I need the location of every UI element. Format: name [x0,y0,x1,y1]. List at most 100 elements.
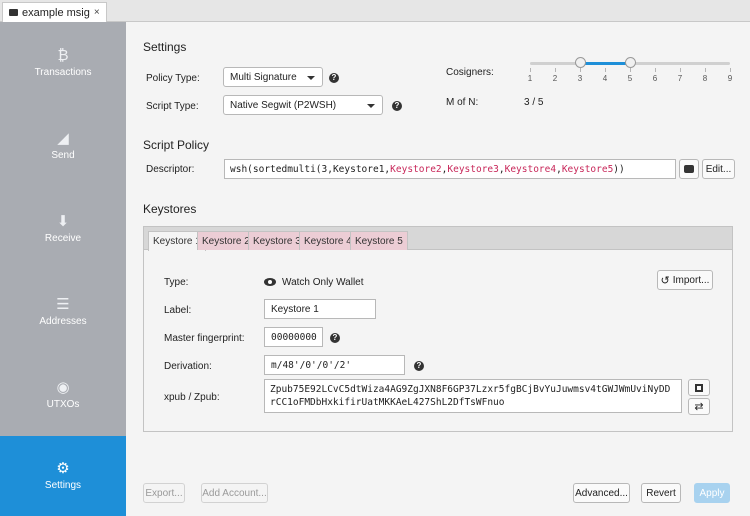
coins-icon: ◉ [56,379,70,396]
add-account-button[interactable]: Add Account... [201,483,268,503]
import-button-label: Import... [672,274,710,286]
xpub-label: xpub / Zpub: [164,392,220,403]
policy-type-value: Multi Signature [230,71,297,83]
wallet-tab-title: example msig [22,6,90,19]
descriptor-keystore-token: Keystore2 [390,163,442,175]
scan-descriptor-button[interactable] [679,159,699,179]
apply-button[interactable]: Apply [694,483,730,503]
import-button[interactable]: ↺ Import... [657,270,713,290]
advanced-button[interactable]: Advanced... [573,483,630,503]
sidebar-item-label: Settings [44,480,82,491]
m-of-n-value: 3 / 5 [524,97,544,108]
slider-tick [605,68,606,72]
label-label: Label: [164,305,192,316]
slider-tick-label: 9 [727,74,733,83]
descriptor-text: )) [613,163,625,175]
tab-keystore-5[interactable]: Keystore 5 [350,231,408,250]
type-value: Watch Only Wallet [264,277,364,288]
script-policy-heading: Script Policy [143,138,210,152]
sidebar-item-label: Addresses [39,316,87,327]
keystores-heading: Keystores [143,202,197,216]
m-of-n-label: M of N: [446,97,479,108]
slider-tick [580,68,581,72]
edit-descriptor-button[interactable]: Edit... [702,159,735,179]
slider-tick [530,68,531,72]
cosigners-label: Cosigners: [446,67,494,78]
policy-type-label: Policy Type: [146,73,200,84]
tab-keystore-4[interactable]: Keystore 4 [299,231,357,250]
slider-tick-label: 7 [677,74,683,83]
camera-icon [684,165,694,173]
bitcoin-icon: ₿ [57,47,69,64]
fingerprint-label: Master fingerprint: [164,333,245,344]
sidebar-item-label: Send [51,150,75,161]
keystore-tab-bar: Keystore 1 Keystore 2 Keystore 3 Keystor… [144,227,732,251]
help-icon[interactable]: ? [392,101,402,111]
descriptor-label: Descriptor: [146,164,195,175]
keystores-panel: Keystore 1 Keystore 2 Keystore 3 Keystor… [143,226,733,432]
xpub-input[interactable]: Zpub75E92LCvC5dtWiza4AG9ZgJXN8F6GP37Lzxr… [264,379,682,413]
swap-icon: ⇄ [694,401,704,413]
sidebar-item-receive[interactable]: ⬇ Receive [0,188,126,270]
slider-tick-label: 8 [702,74,708,83]
slider-tick [730,68,731,72]
policy-type-select[interactable]: Multi Signature [223,67,323,87]
chevron-down-icon [367,104,375,108]
derivation-label: Derivation: [164,361,212,372]
close-icon[interactable]: × [94,7,100,18]
descriptor-field[interactable]: wsh(sortedmulti(3,Keystore1, Keystore2, Ke… [224,159,676,179]
swap-format-button[interactable]: ⇄ [688,398,710,415]
help-icon[interactable]: ? [414,361,424,371]
script-type-value: Native Segwit (P2WSH) [230,99,337,111]
slider-tick-label: 6 [652,74,658,83]
export-button[interactable]: Export... [143,483,185,503]
list-icon: ☰ [56,296,70,313]
slider-tick-label: 4 [602,74,608,83]
slider-tick [655,68,656,72]
tab-keystore-2[interactable]: Keystore 2 [197,231,255,250]
slider-thumb-low[interactable] [574,57,586,68]
sidebar-item-label: UTXOs [46,399,80,410]
help-icon[interactable]: ? [330,333,340,343]
sidebar: ₿ Transactions ◢ Send ⬇ Receive ☰ Addres… [0,22,126,516]
sidebar-item-label: Transactions [34,67,92,78]
gear-icon: ⚙ [56,460,70,477]
chevron-down-icon [307,76,315,80]
wallet-tab[interactable]: example msig × [2,2,107,22]
sidebar-item-addresses[interactable]: ☰ Addresses [0,271,126,353]
cosigners-range-slider[interactable]: 1 2 3 4 5 6 7 8 9 [526,32,736,83]
script-type-select[interactable]: Native Segwit (P2WSH) [223,95,383,115]
slider-tick [680,68,681,72]
derivation-input[interactable]: m/48'/0'/0'/2' [264,355,405,375]
slider-tick [555,68,556,72]
fingerprint-input[interactable]: 00000000 [264,327,323,347]
type-label: Type: [164,277,189,288]
slider-tick [705,68,706,72]
wallet-icon [9,9,18,16]
sidebar-item-settings[interactable]: ⚙ Settings [0,436,126,516]
undo-icon: ↺ [660,274,670,287]
slider-tick-label: 1 [527,74,533,83]
slider-thumb-high[interactable] [624,57,636,68]
tab-keystore-3[interactable]: Keystore 3 [248,231,306,250]
slider-tick-label: 2 [552,74,558,83]
document-tab-bar: example msig × [0,0,750,22]
descriptor-keystore-token: Keystore5 [561,163,614,175]
descriptor-keystore-token: Keystore4 [504,163,557,175]
help-icon[interactable]: ? [329,73,339,83]
sidebar-item-label: Receive [44,233,82,244]
sidebar-item-send[interactable]: ◢ Send [0,105,126,187]
script-type-label: Script Type: [146,101,199,112]
settings-heading: Settings [143,40,187,54]
show-qr-button[interactable] [688,379,710,396]
sidebar-item-transactions[interactable]: ₿ Transactions [0,22,126,104]
keystore-label-input[interactable]: Keystore 1 [264,299,376,319]
slider-selected-range [580,62,630,65]
slider-tick-label: 3 [577,74,583,83]
revert-button[interactable]: Revert [641,483,681,503]
qr-code-icon [695,383,703,392]
descriptor-keystore-token: Keystore3 [447,163,499,175]
send-icon: ◢ [57,130,69,147]
type-value-text: Watch Only Wallet [282,277,364,288]
sidebar-item-utxos[interactable]: ◉ UTXOs [0,354,126,436]
